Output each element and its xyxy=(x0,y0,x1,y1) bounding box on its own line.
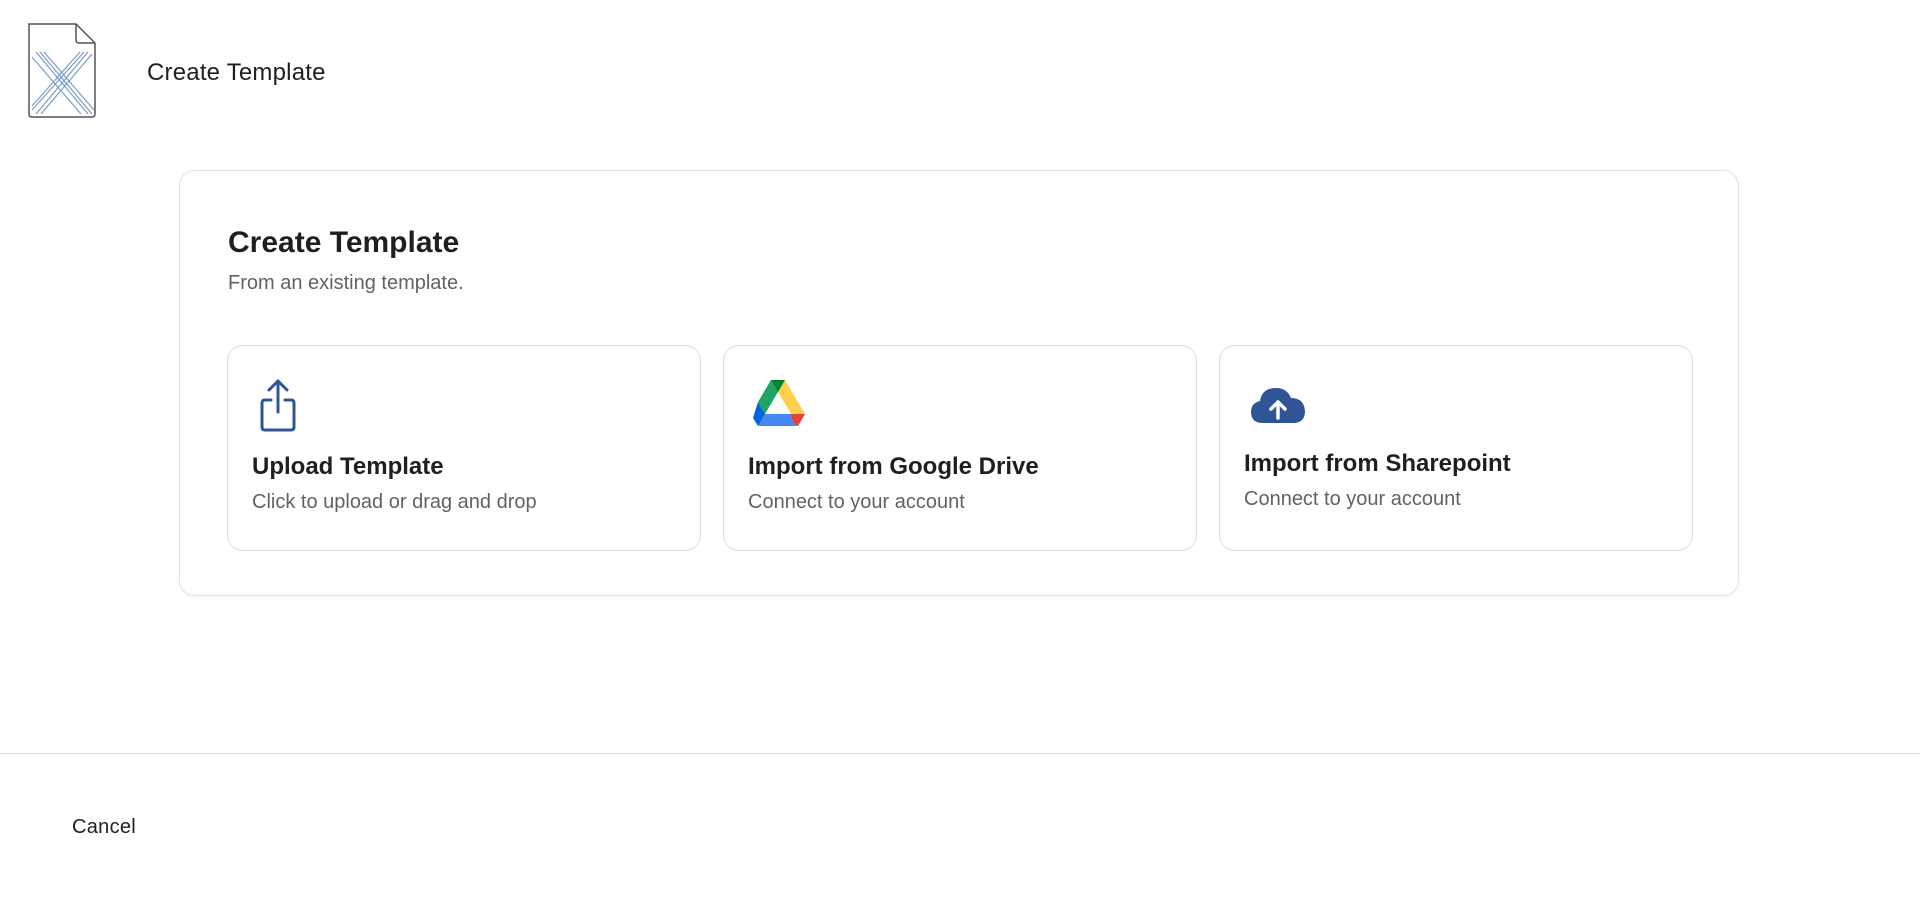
google-drive-icon xyxy=(753,376,811,434)
share-upload-icon xyxy=(257,376,315,434)
option-title: Import from Sharepoint xyxy=(1244,450,1511,477)
upload-template-card[interactable]: Upload Template Click to upload or drag … xyxy=(227,345,701,551)
panel-subtitle: From an existing template. xyxy=(228,272,464,294)
option-description: Connect to your account xyxy=(1244,488,1461,510)
option-title: Import from Google Drive xyxy=(748,453,1039,480)
page-header: Create Template xyxy=(0,0,1920,150)
panel-title: Create Template xyxy=(228,226,460,259)
header-title: Create Template xyxy=(147,59,326,86)
import-google-drive-card[interactable]: Import from Google Drive Connect to your… xyxy=(723,345,1197,551)
create-template-panel: Create Template From an existing templat… xyxy=(179,170,1739,596)
document-x-logo-icon xyxy=(26,22,98,120)
option-description: Click to upload or drag and drop xyxy=(252,491,537,513)
cancel-button[interactable]: Cancel xyxy=(60,810,148,844)
option-title: Upload Template xyxy=(252,453,444,480)
import-sharepoint-card[interactable]: Import from Sharepoint Connect to your a… xyxy=(1219,345,1693,551)
option-description: Connect to your account xyxy=(748,491,965,513)
cloud-upload-icon xyxy=(1249,376,1307,434)
footer-divider xyxy=(0,753,1920,754)
